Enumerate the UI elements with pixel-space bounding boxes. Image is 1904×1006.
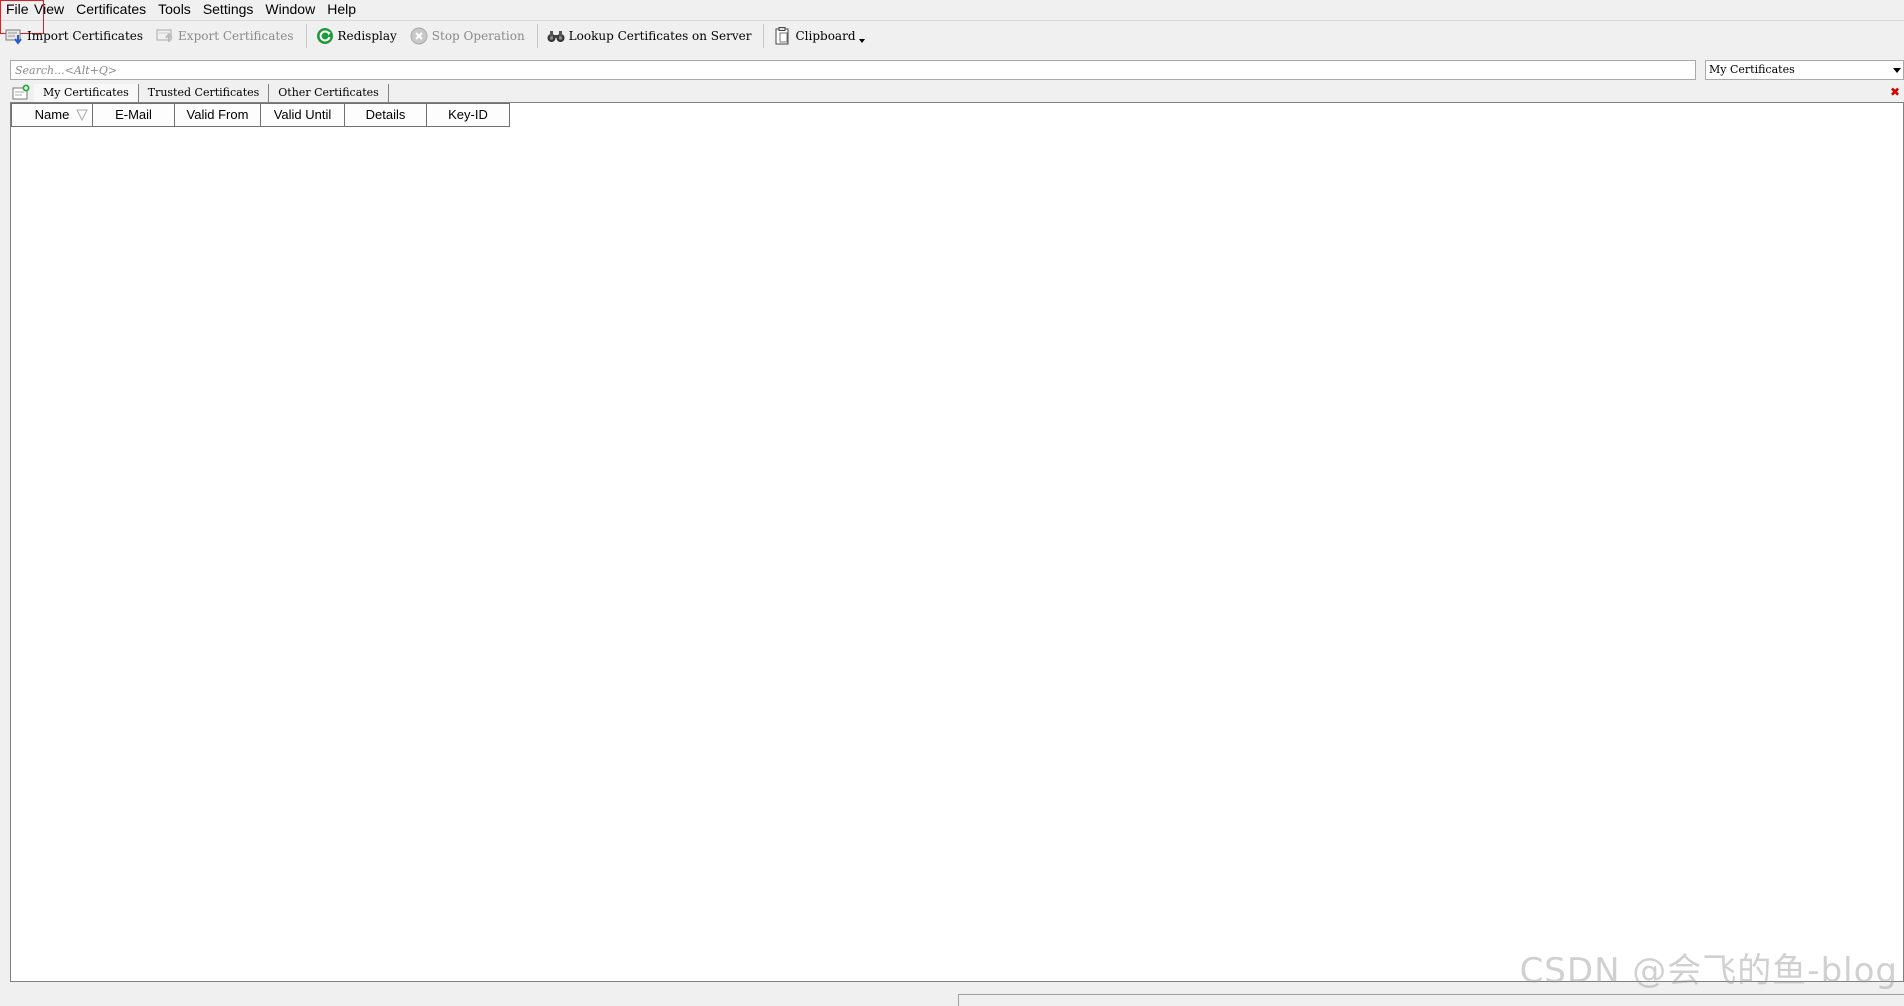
- stop-operation-button[interactable]: Stop Operation: [405, 23, 533, 49]
- chevron-down-icon: [1893, 68, 1901, 73]
- menu-window[interactable]: Window: [259, 0, 321, 20]
- chevron-down-icon[interactable]: [858, 39, 865, 43]
- main-toolbar: Import Certificates Export Certificates: [0, 21, 1904, 51]
- column-label: Valid From: [186, 107, 249, 122]
- redisplay-label: Redisplay: [337, 29, 397, 43]
- tab-bar: My Certificates Trusted Certificates Oth…: [10, 82, 1904, 102]
- sort-indicator-icon: [76, 109, 88, 121]
- export-certificates-button[interactable]: Export Certificates: [151, 23, 301, 49]
- import-label: Import Certificates: [27, 29, 144, 43]
- stop-icon: [409, 26, 429, 46]
- import-certificates-button[interactable]: Import Certificates: [0, 23, 151, 49]
- status-pane: [958, 994, 1904, 1006]
- column-label: E-Mail: [115, 107, 152, 122]
- export-icon: [155, 26, 175, 46]
- menu-bar: File View Certificates Tools Settings Wi…: [0, 0, 1904, 34]
- refresh-icon: [315, 26, 335, 46]
- binoculars-icon: [546, 26, 566, 46]
- kleopatra-window: File View Certificates Tools Settings Wi…: [0, 0, 1904, 1006]
- tab-other-certificates[interactable]: Other Certificates: [269, 84, 389, 102]
- column-header-valid-until[interactable]: Valid Until: [261, 103, 345, 127]
- menu-help[interactable]: Help: [321, 0, 362, 20]
- lookup-certificates-button[interactable]: Lookup Certificates on Server: [542, 23, 760, 49]
- column-header-details[interactable]: Details: [345, 103, 427, 127]
- import-icon: [4, 26, 24, 46]
- menu-certificates[interactable]: Certificates: [70, 0, 152, 20]
- certificate-scope-select[interactable]: My Certificates: [1705, 60, 1904, 80]
- column-label: Details: [365, 107, 406, 122]
- toolbar-separator: [305, 24, 307, 48]
- tab-my-certificates[interactable]: My Certificates: [34, 84, 139, 102]
- search-row: My Certificates: [0, 60, 1904, 82]
- certificate-table[interactable]: Name E-Mail Valid From Valid Until Detai…: [10, 102, 1904, 982]
- search-input[interactable]: [10, 60, 1696, 80]
- column-header-name[interactable]: Name: [11, 103, 93, 127]
- toolbar-separator: [763, 24, 765, 48]
- column-label: Key-ID: [448, 107, 488, 122]
- export-label: Export Certificates: [178, 29, 294, 43]
- stop-label: Stop Operation: [431, 29, 525, 43]
- column-header-valid-from[interactable]: Valid From: [175, 103, 261, 127]
- tab-trusted-certificates[interactable]: Trusted Certificates: [139, 84, 270, 102]
- redisplay-button[interactable]: Redisplay: [311, 23, 405, 49]
- watermark: CSDN @会飞的鱼-blog: [1519, 951, 1898, 991]
- clipboard-label: Clipboard: [795, 29, 856, 43]
- menu-settings[interactable]: Settings: [197, 0, 260, 20]
- close-tab-icon[interactable]: ✖: [1890, 86, 1900, 98]
- scope-value: My Certificates: [1709, 63, 1795, 76]
- table-header: Name E-Mail Valid From Valid Until Detai…: [11, 103, 1903, 127]
- column-header-email[interactable]: E-Mail: [93, 103, 175, 127]
- new-tab-icon[interactable]: [12, 84, 30, 100]
- column-header-key-id[interactable]: Key-ID: [427, 103, 510, 127]
- column-label: Name: [34, 107, 70, 122]
- clipboard-icon: [772, 26, 792, 46]
- lookup-label: Lookup Certificates on Server: [568, 29, 752, 43]
- menu-tools[interactable]: Tools: [152, 0, 197, 20]
- column-label: Valid Until: [273, 107, 332, 122]
- toolbar-separator: [536, 24, 538, 48]
- menu-view[interactable]: View: [28, 0, 70, 20]
- clipboard-button[interactable]: Clipboard: [768, 23, 872, 49]
